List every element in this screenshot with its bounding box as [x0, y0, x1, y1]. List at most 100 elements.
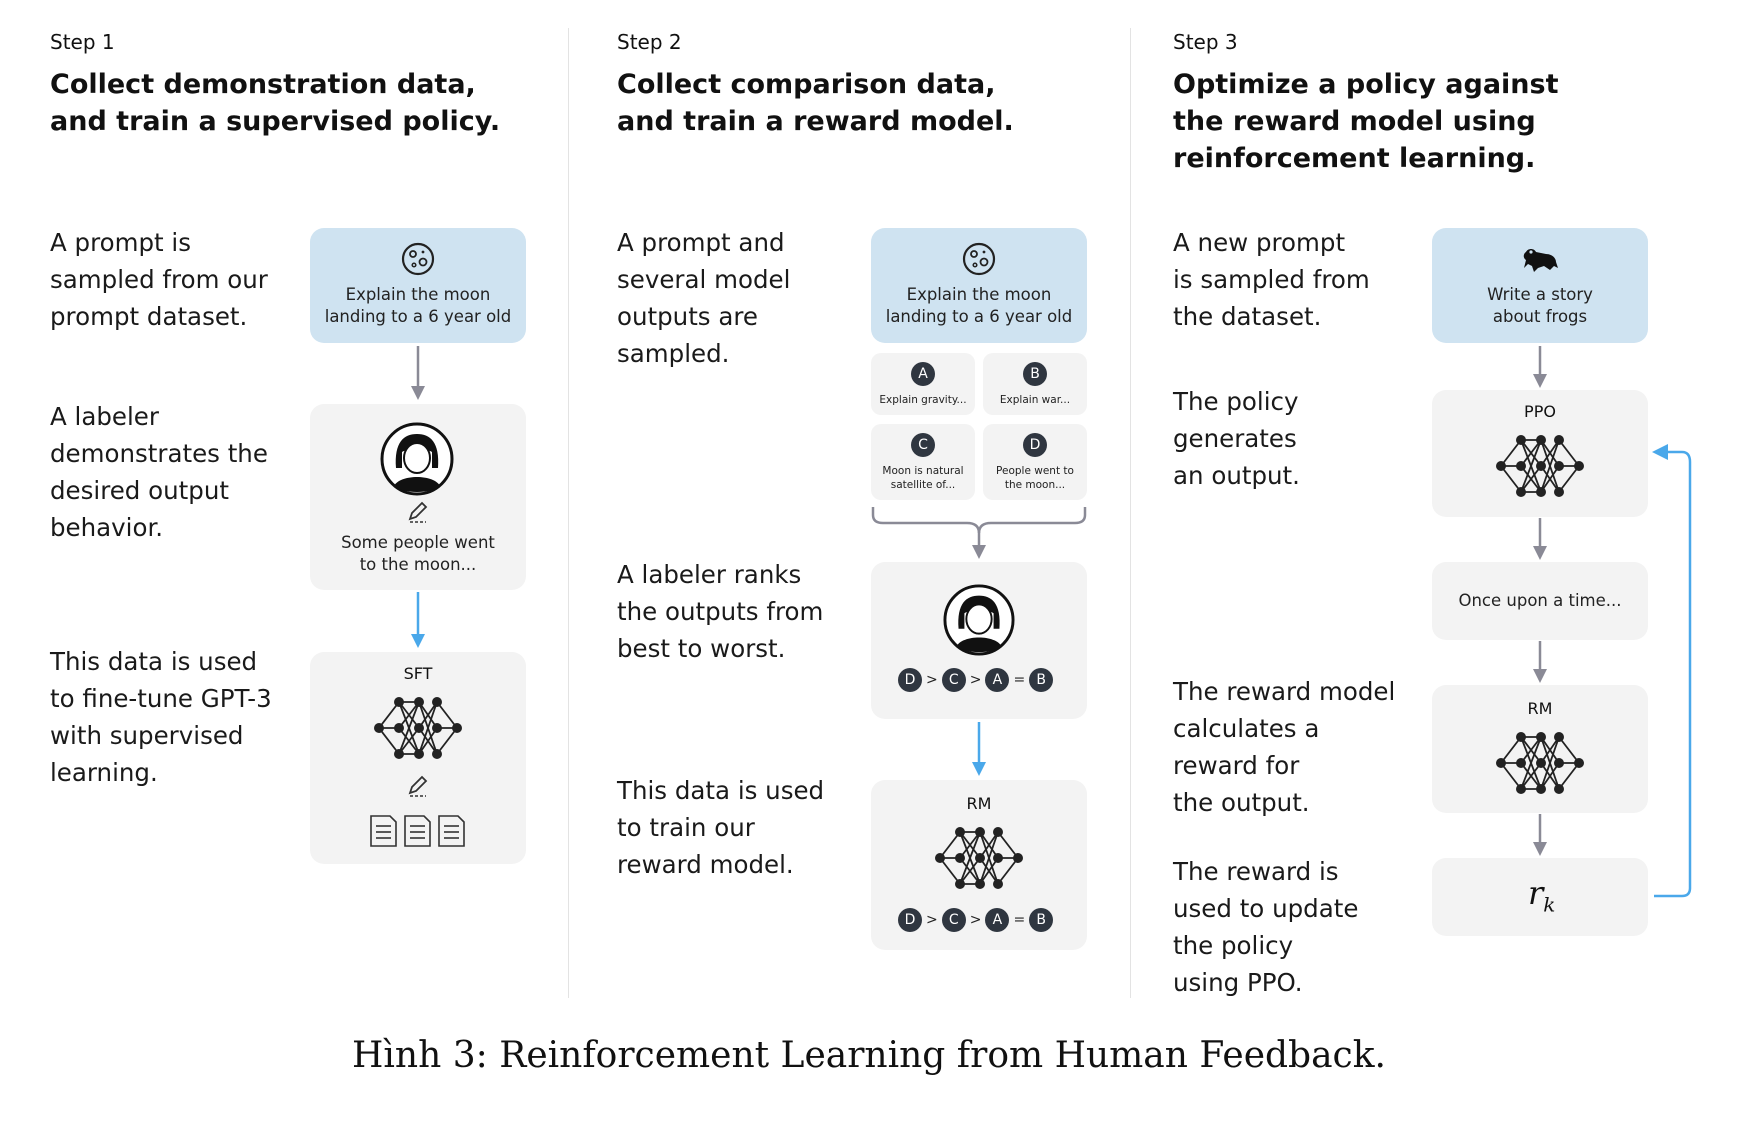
- step-1-label: Step 1: [50, 30, 115, 54]
- step-3-label: Step 3: [1173, 30, 1238, 54]
- nn-node: [1574, 758, 1584, 768]
- nn-node: [993, 879, 1003, 889]
- option-a: A Explain gravity...: [871, 353, 975, 415]
- step-3-prompt-text: Write a story about frogs: [1487, 285, 1593, 326]
- pencil-icon: [408, 501, 428, 523]
- rm-ranking-row: D > C > A = B: [898, 908, 1054, 932]
- column-divider-2: [1130, 28, 1131, 998]
- step-1-title: Collect demonstration data, and train a s…: [50, 69, 501, 137]
- rank-a: A: [985, 908, 1010, 932]
- nn-node: [432, 723, 442, 733]
- output-text: Once upon a time...: [1458, 591, 1622, 610]
- step-3-desc-prompt: A new prompt is sampled from the dataset.: [1173, 228, 1370, 331]
- option-a-text: Explain gravity...: [879, 394, 967, 406]
- option-a-badge: A: [911, 362, 935, 386]
- neural-network-icon: [935, 827, 1023, 889]
- nn-node: [1554, 784, 1564, 794]
- nn-node: [975, 853, 985, 863]
- nn-node: [1516, 784, 1526, 794]
- option-c-text: Moon is natural satellite of...: [882, 465, 964, 491]
- labeler-avatar-icon: [380, 422, 454, 496]
- step-1-arrow-1: [411, 346, 425, 400]
- nn-node: [975, 827, 985, 837]
- nn-node: [414, 697, 424, 707]
- nn-node: [394, 723, 404, 733]
- step-3-prompt-box: Write a story about frogs: [1432, 228, 1648, 343]
- nn-node: [1516, 732, 1526, 742]
- step-2-desc-sampling: A prompt and several model outputs are samp…: [617, 228, 791, 368]
- nn-node: [394, 749, 404, 759]
- option-d-text: People went to the moon...: [996, 465, 1074, 491]
- step-2-ranking-box: D > C > A = B: [871, 562, 1087, 719]
- nn-node: [1536, 758, 1546, 768]
- nn-node: [432, 749, 442, 759]
- step-3-reward-box: rk: [1432, 858, 1648, 936]
- step-3-desc-update: The reward is used to update the policy usi…: [1173, 857, 1359, 997]
- rank-op-3: =: [1013, 672, 1026, 688]
- rm-label: RM: [966, 794, 992, 813]
- nn-node: [1496, 461, 1506, 471]
- option-d: D People went to the moon...: [983, 424, 1087, 500]
- nn-node: [1013, 853, 1023, 863]
- rank-op-1: >: [926, 912, 938, 928]
- rank-d: D: [898, 908, 922, 932]
- step-3-arrow-4: [1533, 814, 1547, 856]
- moon-icon: [401, 242, 435, 276]
- step-1-prompt-box: Explain the moon landing to a 6 year old: [310, 228, 526, 343]
- nn-node: [1516, 435, 1526, 445]
- step-1-arrow-2: [411, 592, 425, 648]
- nn-node: [1536, 784, 1546, 794]
- rank-c: C: [941, 668, 966, 692]
- step-2-title: Collect comparison data, and train a rewa…: [617, 69, 1014, 137]
- option-b: B Explain war...: [983, 353, 1087, 415]
- option-b-badge: B: [1023, 362, 1047, 386]
- rank-d: D: [898, 668, 922, 692]
- frog-icon: [1523, 249, 1558, 272]
- nn-node: [1516, 487, 1526, 497]
- step-2-desc-train: This data is used to train our reward mode…: [617, 776, 825, 879]
- nn-node: [993, 853, 1003, 863]
- nn-node: [955, 827, 965, 837]
- rank-op-2: >: [969, 912, 982, 928]
- nn-node: [1554, 487, 1564, 497]
- step-1-desc-prompt: A prompt is sampled from our prompt datase…: [50, 228, 268, 331]
- step-1-prompt-text: Explain the moon landing to a 6 year old: [324, 285, 512, 326]
- step-1-desc-labeler: A labeler demonstrates the desired output b…: [50, 402, 268, 542]
- nn-node: [1536, 435, 1546, 445]
- step-3-desc-policy: The policy generates an output.: [1173, 387, 1300, 490]
- nn-node: [432, 697, 442, 707]
- step-3-arrow-1: [1533, 346, 1547, 388]
- nn-node: [955, 879, 965, 889]
- rank-op-3: =: [1013, 912, 1026, 928]
- step-1-labeler-box: Some people went to the moon...: [310, 404, 526, 590]
- step-3-ppo-box: PPO: [1432, 390, 1648, 517]
- column-divider-1: [568, 28, 569, 998]
- nn-node: [1554, 435, 1564, 445]
- option-b-text: Explain war...: [999, 394, 1071, 406]
- step-3-output-box: Once upon a time...: [1432, 562, 1648, 640]
- step-3-desc-reward-model: The reward model calculates a reward for th…: [1173, 677, 1396, 817]
- nn-node: [1496, 758, 1506, 768]
- step-2-rm-box: RM D > C > A = B: [871, 780, 1087, 950]
- nn-node: [452, 723, 462, 733]
- step-2-desc-ranking: A labeler ranks the outputs from best to w…: [617, 560, 824, 663]
- nn-node: [1554, 758, 1564, 768]
- pencil-icon: [408, 775, 428, 797]
- nn-node: [975, 879, 985, 889]
- sft-label: SFT: [403, 664, 433, 683]
- nn-node: [414, 723, 424, 733]
- option-d-badge: D: [1023, 433, 1047, 457]
- nn-node: [1554, 732, 1564, 742]
- nn-node: [1554, 461, 1564, 471]
- feedback-loop-arrow: [1652, 444, 1692, 898]
- options-bracket: [871, 507, 1087, 559]
- reward-symbol: rk: [1528, 874, 1556, 917]
- step-3-title: Optimize a policy against the reward mode…: [1173, 69, 1559, 174]
- nn-node: [955, 853, 965, 863]
- nn-node: [1536, 732, 1546, 742]
- nn-node: [1516, 758, 1526, 768]
- step-1-demo-text: Some people went to the moon...: [341, 533, 495, 574]
- step-3-arrow-2: [1533, 518, 1547, 560]
- rank-op-2: >: [969, 672, 982, 688]
- nn-node: [414, 749, 424, 759]
